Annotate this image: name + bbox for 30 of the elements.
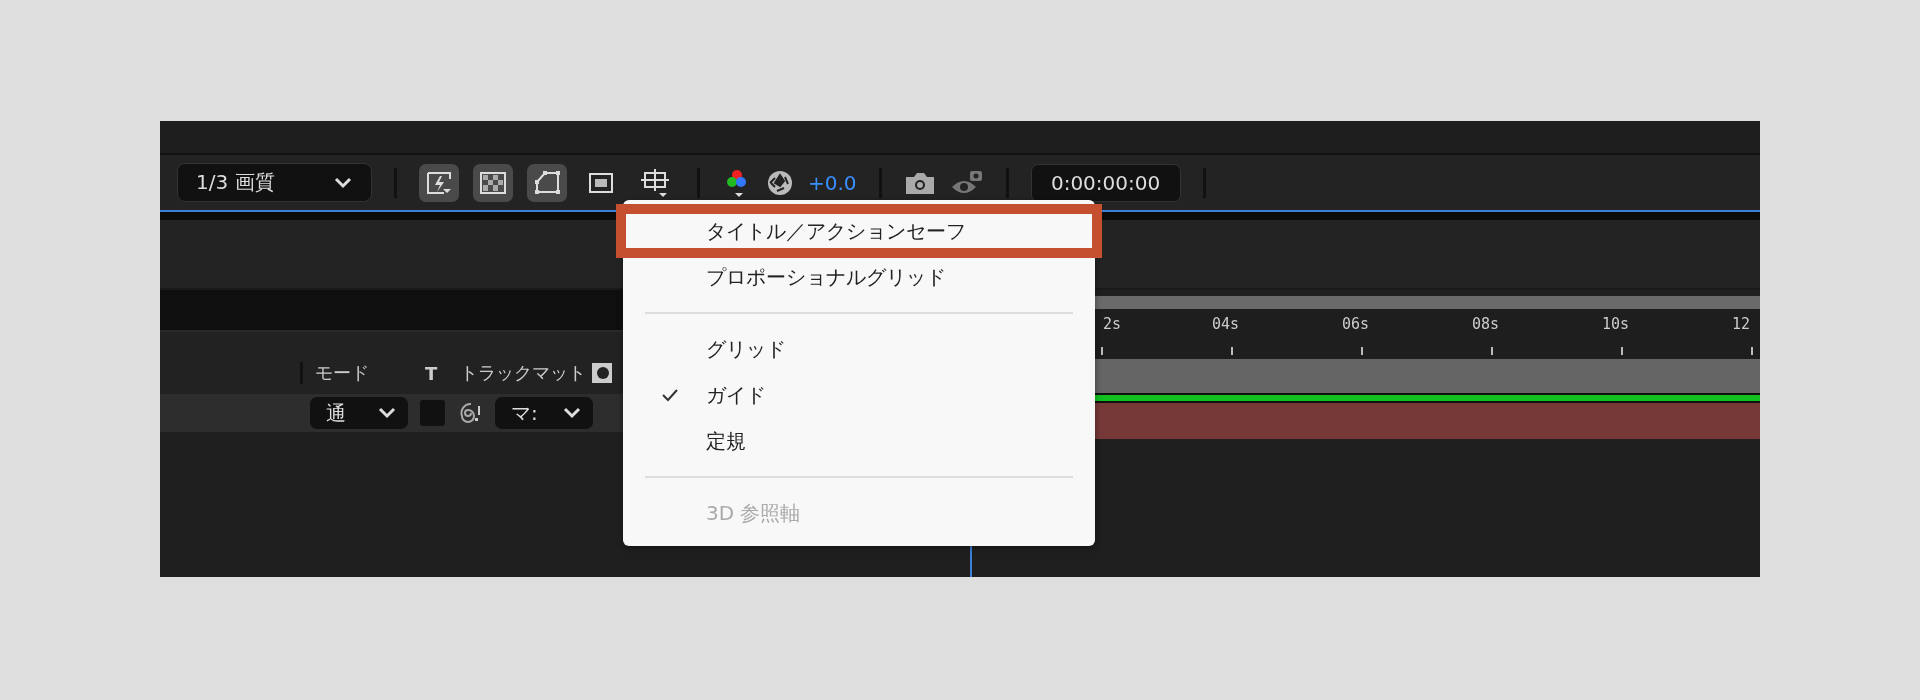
time-label: 10s — [1602, 315, 1630, 333]
spiral-icon[interactable] — [457, 400, 483, 426]
exposure-value[interactable]: +0.0 — [808, 170, 857, 195]
time-label: 12 — [1732, 315, 1751, 333]
time-label: 08s — [1472, 315, 1500, 333]
polygon-path-icon — [532, 168, 562, 197]
menu-item[interactable]: 定規 — [623, 418, 1095, 464]
fast-preview-toggle[interactable] — [419, 163, 459, 202]
mask-toggle[interactable] — [527, 163, 567, 202]
track-matte-column-header: トラックマット — [460, 361, 586, 385]
aperture-icon — [766, 168, 794, 197]
menu-item[interactable]: プロポーショナルグリッド — [623, 254, 1095, 300]
checkbox[interactable] — [420, 400, 445, 426]
menu-item[interactable]: グリッド — [623, 326, 1095, 372]
chevron-icon — [333, 176, 353, 189]
text-column-header: T — [425, 362, 439, 384]
time-label: 04s — [1212, 315, 1240, 333]
timecode-display[interactable]: 0:00:00:00 — [1030, 163, 1181, 202]
grid-guide-icon — [640, 166, 670, 199]
circle-toggle-icon — [592, 363, 612, 383]
blend-mode-dropdown[interactable]: 通 — [310, 397, 408, 429]
mode-column-header: モード — [315, 361, 370, 385]
time-label: 06s — [1342, 315, 1370, 333]
menu-item[interactable]: ガイド — [623, 372, 1095, 418]
quality-dropdown[interactable]: 1/3 画質 — [177, 163, 372, 202]
time-label: 2s — [1103, 315, 1122, 333]
transparency-toggle[interactable] — [473, 163, 513, 202]
chevron-icon — [563, 407, 581, 419]
track-matte-dropdown[interactable]: マ: — [495, 397, 593, 429]
chevron-icon — [378, 407, 396, 419]
